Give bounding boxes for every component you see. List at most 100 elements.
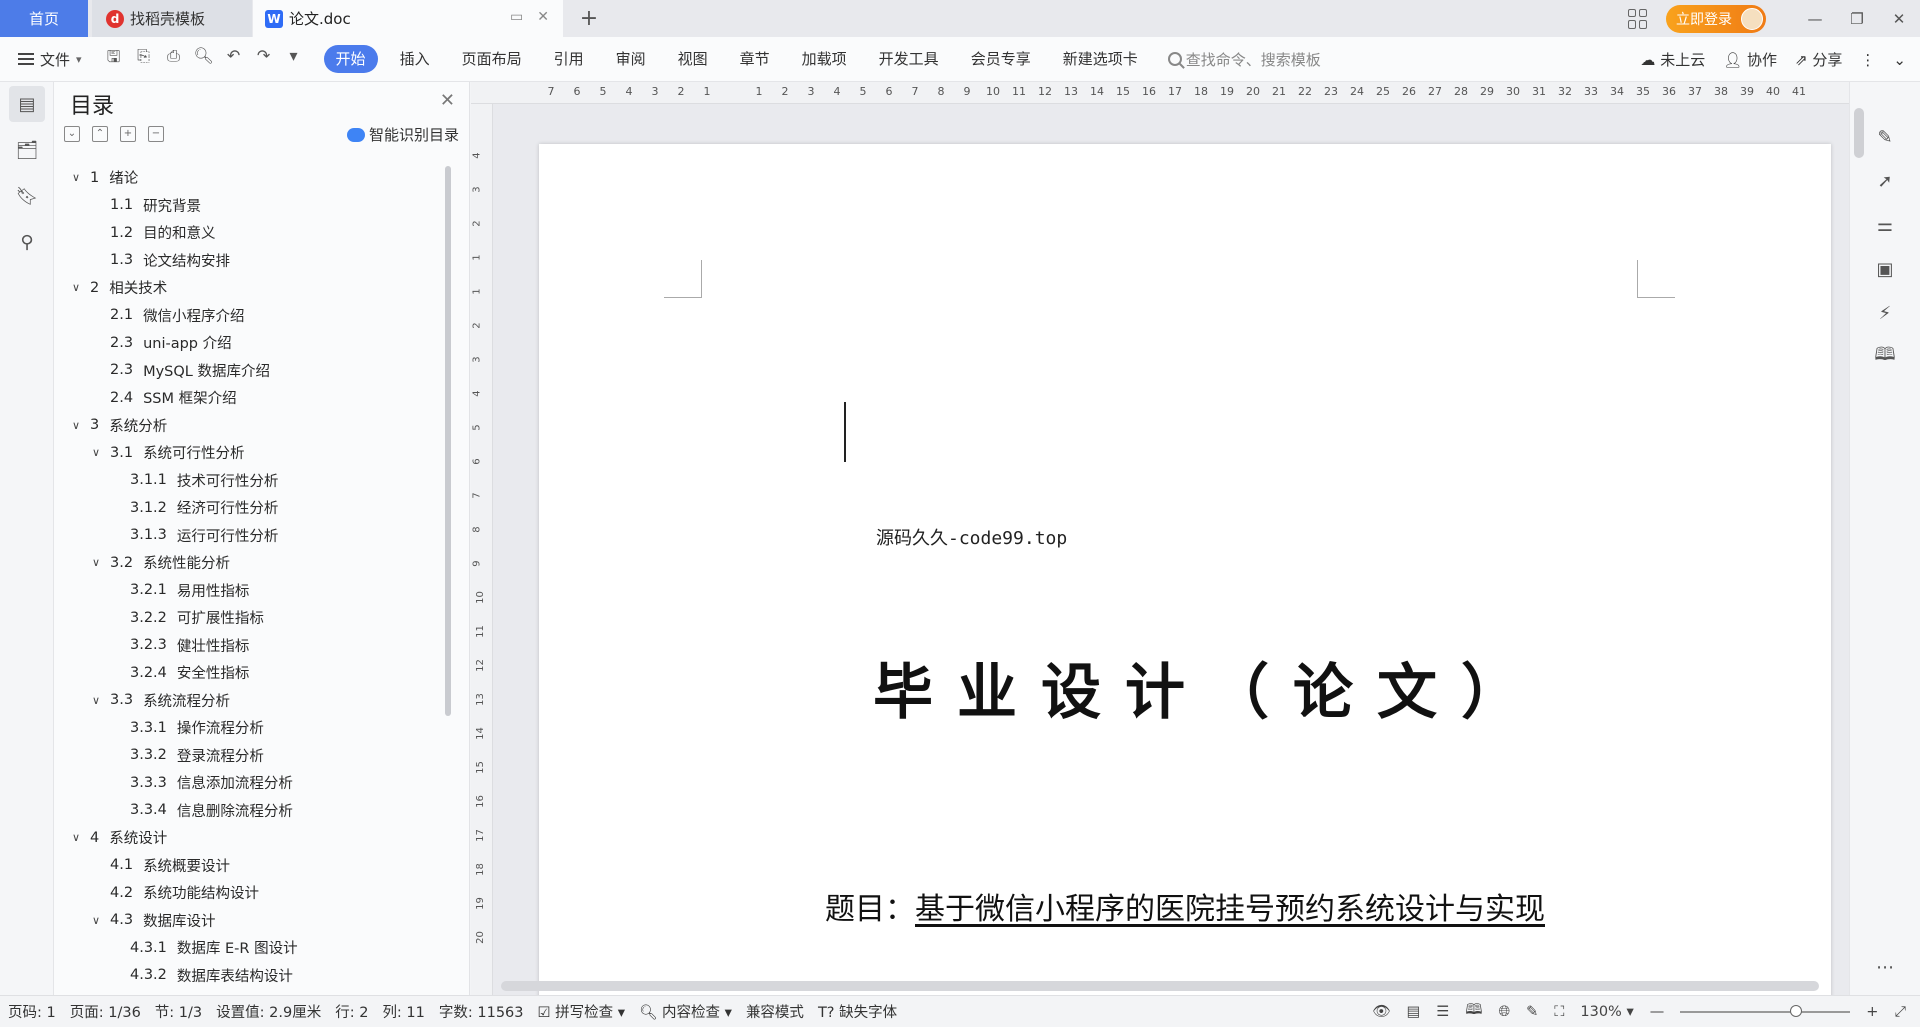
status-setting[interactable]: 设置值: 2.9厘米: [216, 1001, 321, 1022]
toc-item[interactable]: 1.2 目的和意义: [54, 219, 454, 247]
close-window-icon[interactable]: ✕: [1878, 10, 1920, 28]
chevron-down-icon[interactable]: ∨: [70, 831, 82, 844]
toc-item[interactable]: 3.2.3 健壮性指标: [54, 632, 454, 660]
toc-item[interactable]: 3.3.1 操作流程分析: [54, 714, 454, 742]
ribbon-tab-layout[interactable]: 页面布局: [446, 45, 538, 73]
status-page-code[interactable]: 页码: 1: [8, 1001, 56, 1022]
toc-item[interactable]: 3.3.2 登录流程分析: [54, 742, 454, 770]
minimize-icon[interactable]: —: [1794, 10, 1836, 28]
print-icon[interactable]: ⎙: [164, 46, 184, 73]
spell-check-button[interactable]: ☑ 拼写检查 ▾: [538, 1001, 626, 1022]
fullscreen-icon[interactable]: ⤢: [1894, 1004, 1906, 1020]
tab-home[interactable]: 首页: [0, 0, 88, 37]
zoom-slider[interactable]: [1680, 1004, 1851, 1017]
toc-item[interactable]: 4.3.1 数据库 E-R 图设计: [54, 934, 454, 962]
toc-item[interactable]: 3.3.3 信息添加流程分析: [54, 769, 454, 797]
toc-item[interactable]: 2.4 SSM 框架介绍: [54, 384, 454, 412]
chapter-nav-icon[interactable]: 🗂︎: [9, 132, 45, 168]
zoom-in-icon[interactable]: +: [1866, 1004, 1878, 1020]
reading-icon[interactable]: 🕮: [1870, 342, 1900, 372]
ribbon-tab-new[interactable]: 新建选项卡: [1047, 45, 1154, 73]
ribbon-tab-chapter[interactable]: 章节: [724, 45, 786, 73]
ribbon-tab-view[interactable]: 视图: [662, 45, 724, 73]
export-pdf-icon[interactable]: ⎘: [134, 46, 154, 73]
print-preview-icon[interactable]: 🔍︎: [194, 46, 214, 73]
collapse-ribbon-icon[interactable]: ⌄: [1893, 51, 1906, 69]
toc-item[interactable]: 4.2 系统功能结构设计: [54, 879, 454, 907]
toc-item[interactable]: 3.1.3 运行可行性分析: [54, 522, 454, 550]
vertical-ruler[interactable]: 4 3 2 1 1 2 3 4 5 6 7 8 9 10 11 12 13 14 15 16 17 18 19 20: [471, 104, 493, 995]
restore-icon[interactable]: ❐: [1836, 10, 1878, 28]
zoom-level[interactable]: 130% ▾: [1580, 1004, 1633, 1020]
select-cursor-icon[interactable]: ➚: [1870, 166, 1900, 196]
promote-level-icon[interactable]: +: [120, 126, 136, 142]
chevron-down-icon[interactable]: ∨: [90, 914, 102, 927]
apps-grid-icon[interactable]: [1628, 8, 1648, 29]
document-page[interactable]: 源码久久-code99.top 毕业设计（论文） 题目：基于微信小程序的医院挂号…: [539, 144, 1831, 995]
command-search[interactable]: 查找命令、搜索模板: [1167, 49, 1321, 70]
eye-protect-icon[interactable]: 👁︎: [1372, 1003, 1390, 1020]
login-button[interactable]: 立即登录: [1666, 4, 1766, 33]
close-icon[interactable]: ✕: [440, 90, 455, 111]
toc-item[interactable]: 1.3 论文结构安排: [54, 247, 454, 275]
toc-item[interactable]: 1.1 研究背景: [54, 192, 454, 220]
chevron-down-icon[interactable]: ∨: [90, 556, 102, 569]
find-icon[interactable]: ⚲: [9, 224, 45, 260]
toc-item[interactable]: ∨ 3.3 系统流程分析: [54, 687, 454, 715]
new-tab-button[interactable]: +: [575, 4, 603, 32]
lightning-icon[interactable]: ⚡︎: [1870, 298, 1900, 328]
toc-item[interactable]: 3.2.1 易用性指标: [54, 577, 454, 605]
zoom-slider-handle[interactable]: [1790, 1004, 1803, 1017]
toc-item[interactable]: 2.1 微信小程序介绍: [54, 302, 454, 330]
status-col[interactable]: 列: 11: [382, 1001, 424, 1022]
chevron-down-icon[interactable]: ∨: [70, 171, 82, 184]
toc-item[interactable]: 2.3 MySQL 数据库介绍: [54, 357, 454, 385]
ribbon-tab-member[interactable]: 会员专享: [955, 45, 1047, 73]
chevron-down-icon[interactable]: ∨: [70, 281, 82, 294]
toc-item[interactable]: ∨ 3 系统分析: [54, 412, 454, 440]
chevron-down-icon[interactable]: ∨: [70, 419, 82, 432]
bookmark-icon[interactable]: 🔖︎: [9, 178, 45, 214]
undo-icon[interactable]: ↶: [224, 46, 244, 73]
horizontal-ruler[interactable]: 7 6 5 4 3 2 1 1 2 3 4 5 6 7 8 9 10 11 12 13 14 15 16 17 18 19 20 21…: [471, 82, 1849, 104]
redo-icon[interactable]: ↷: [254, 46, 274, 73]
status-row[interactable]: 行: 2: [335, 1001, 368, 1022]
share-button[interactable]: ⇗ 分享: [1795, 49, 1842, 70]
toc-item[interactable]: ∨ 4 系统设计: [54, 824, 454, 852]
status-words[interactable]: 字数: 11563: [439, 1001, 524, 1022]
close-tab-icon[interactable]: ✕: [537, 9, 549, 25]
demote-level-icon[interactable]: −: [148, 126, 164, 142]
chevron-down-icon[interactable]: ∨: [90, 694, 102, 707]
missing-font-button[interactable]: T? 缺失字体: [818, 1001, 897, 1022]
float-window-icon[interactable]: ▭: [510, 9, 523, 25]
status-page[interactable]: 页面: 1/36: [70, 1001, 141, 1022]
save-icon[interactable]: 🖫: [104, 46, 124, 73]
cloud-button[interactable]: ☁ 未上云: [1640, 49, 1705, 70]
image-edit-icon[interactable]: ▣: [1870, 254, 1900, 284]
ribbon-tab-review[interactable]: 审阅: [600, 45, 662, 73]
collab-button[interactable]: 👤︎ 协作: [1723, 49, 1777, 70]
tab-document[interactable]: W 论文.doc ▭ ✕: [253, 0, 563, 37]
toc-item[interactable]: 4.3.2 数据库表结构设计: [54, 962, 454, 990]
toc-item[interactable]: 3.2.2 可扩展性指标: [54, 604, 454, 632]
outline-view-icon[interactable]: ☰: [1436, 1004, 1449, 1020]
toc-item[interactable]: 3.1.2 经济可行性分析: [54, 494, 454, 522]
toc-scrollbar[interactable]: [445, 166, 451, 716]
more-quick-icon[interactable]: ▾: [284, 46, 304, 73]
file-menu-button[interactable]: 文件 ▾: [18, 49, 82, 70]
read-view-icon[interactable]: 🕮: [1465, 999, 1482, 1024]
ribbon-tab-developer[interactable]: 开发工具: [863, 45, 955, 73]
status-section[interactable]: 节: 1/3: [155, 1001, 202, 1022]
toc-item[interactable]: 3.2.4 安全性指标: [54, 659, 454, 687]
web-view-icon[interactable]: 🌐︎: [1498, 1004, 1510, 1020]
toc-item[interactable]: 3.3.4 信息删除流程分析: [54, 797, 454, 825]
toc-item[interactable]: ∨ 4.3 数据库设计: [54, 907, 454, 935]
ribbon-tab-addins[interactable]: 加载项: [786, 45, 863, 73]
more-menu-icon[interactable]: ⋮: [1860, 51, 1875, 69]
toc-item[interactable]: 3.1.1 技术可行性分析: [54, 467, 454, 495]
page-view-icon[interactable]: ▤: [1407, 1004, 1421, 1020]
toc-item[interactable]: ∨ 3.1 系统可行性分析: [54, 439, 454, 467]
toc-item[interactable]: ∨ 3.2 系统性能分析: [54, 549, 454, 577]
horizontal-scrollbar[interactable]: [501, 981, 1819, 991]
fit-page-icon[interactable]: ⛶: [1554, 1004, 1564, 1020]
